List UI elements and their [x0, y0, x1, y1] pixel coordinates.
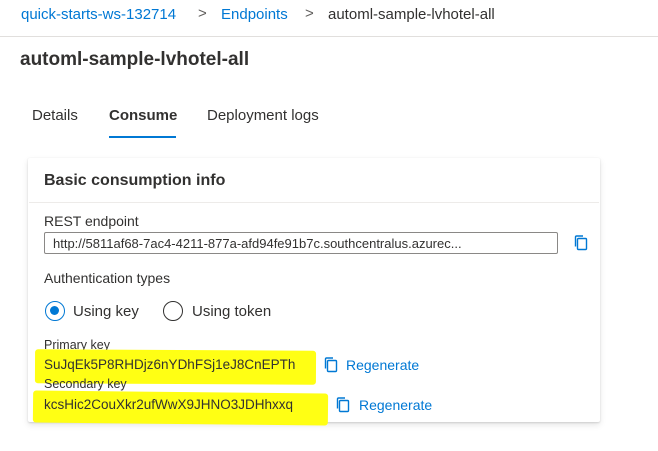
- radio-unchecked-icon[interactable]: [163, 301, 183, 321]
- primary-key-value: SuJqEk5P8RHDjz6nYDhFSj1eJ8CnEPTh: [44, 357, 296, 372]
- rest-endpoint-label: REST endpoint: [44, 213, 139, 229]
- secondary-key-label: Secondary key: [44, 377, 127, 391]
- active-tab-indicator: [109, 136, 176, 138]
- tab-deployment-logs[interactable]: Deployment logs: [207, 107, 319, 124]
- breadcrumb-workspace-link[interactable]: quick-starts-ws-132714: [21, 6, 176, 23]
- tab-details[interactable]: Details: [32, 107, 78, 124]
- chevron-right-icon: >: [305, 5, 314, 22]
- radio-checked-icon[interactable]: [45, 301, 65, 321]
- secondary-key-value: kcsHic2CouXkr2ufWwX9JHNO3JDHhxxq: [44, 397, 294, 412]
- card-divider: [29, 202, 599, 203]
- tab-consume[interactable]: Consume: [109, 107, 177, 124]
- breadcrumb: quick-starts-ws-132714 > Endpoints > aut…: [0, 0, 658, 36]
- rest-endpoint-field[interactable]: [44, 232, 558, 254]
- breadcrumb-current: automl-sample-lvhotel-all: [328, 6, 495, 23]
- card-title: Basic consumption info: [44, 172, 226, 189]
- using-key-label[interactable]: Using key: [73, 303, 139, 320]
- auth-types-label: Authentication types: [44, 270, 171, 286]
- copy-icon[interactable]: [572, 234, 590, 252]
- using-token-label[interactable]: Using token: [192, 303, 271, 320]
- breadcrumb-endpoints-link[interactable]: Endpoints: [221, 6, 288, 23]
- copy-icon[interactable]: [334, 396, 352, 414]
- breadcrumb-divider: [0, 36, 658, 37]
- page-title: automl-sample-lvhotel-all: [20, 49, 250, 70]
- regenerate-primary-link[interactable]: Regenerate: [346, 357, 419, 373]
- regenerate-secondary-link[interactable]: Regenerate: [359, 397, 432, 413]
- chevron-right-icon: >: [198, 5, 207, 22]
- copy-icon[interactable]: [322, 356, 340, 374]
